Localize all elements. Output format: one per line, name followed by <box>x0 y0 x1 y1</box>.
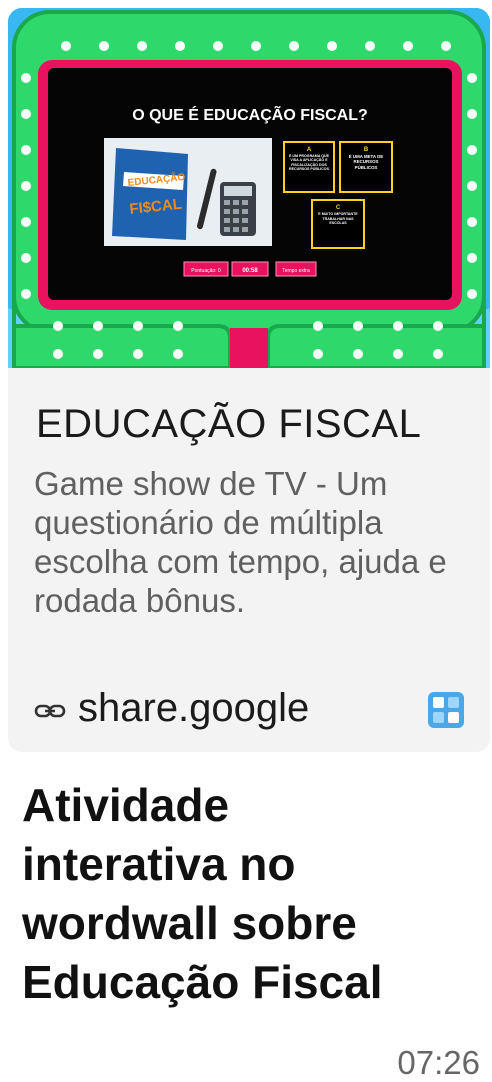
link-preview-title: EDUCAÇÃO FISCAL <box>36 402 422 446</box>
extra-time-label: Tempo extra <box>282 268 310 274</box>
link-domain[interactable]: share.google <box>78 686 309 731</box>
game-show-thumbnail: O QUE É EDUCAÇÃO FISCAL? EDUCAÇÃO FI$CAL <box>8 8 490 368</box>
answer-c-letter: C <box>336 205 341 211</box>
answer-b-text: É UMA META DE RECURSOS PÚBLICOS <box>348 154 384 170</box>
score-display: Pontuação: 0 <box>183 261 229 277</box>
link-icon <box>34 704 66 718</box>
answer-c[interactable]: C É MUITO IMPORTANTE TRABALHAR NAS ESCOL… <box>311 199 365 249</box>
timer-display: 00:58 <box>231 261 269 277</box>
timer-label: 00:58 <box>242 268 258 274</box>
link-preview-text[interactable]: EDUCAÇÃO FISCAL Game show de TV - Um que… <box>8 368 490 752</box>
link-preview-description: Game show de TV - Um questionário de múl… <box>34 465 447 619</box>
answer-a[interactable]: A É UM PROGRAMA QUE VISA A APLICAÇÃO E F… <box>283 141 335 193</box>
quiz-question: O QUE É EDUCAÇÃO FISCAL? <box>132 104 368 124</box>
link-preview-thumbnail[interactable]: O QUE É EDUCAÇÃO FISCAL? EDUCAÇÃO FI$CAL <box>8 8 490 368</box>
score-label: Pontuação: 0 <box>191 268 221 274</box>
wordwall-app-icon <box>428 692 464 728</box>
extra-time-button[interactable]: Tempo extra <box>275 261 317 277</box>
answer-c-text: É MUITO IMPORTANTE TRABALHAR NAS ESCOLAS <box>318 212 358 226</box>
link-preview-card[interactable]: O QUE É EDUCAÇÃO FISCAL? EDUCAÇÃO FI$CAL <box>8 8 490 752</box>
answer-a-text: É UM PROGRAMA QUE VISA A APLICAÇÃO E FIS… <box>289 154 329 172</box>
link-row[interactable]: share.google <box>34 686 464 736</box>
message-timestamp: 07:26 <box>397 1044 480 1081</box>
answer-b[interactable]: B É UMA META DE RECURSOS PÚBLICOS <box>339 141 393 193</box>
message-text: Atividade interativa no wordwall sobre E… <box>22 779 383 1008</box>
answer-b-letter: B <box>364 147 369 153</box>
answer-a-letter: A <box>307 147 312 153</box>
